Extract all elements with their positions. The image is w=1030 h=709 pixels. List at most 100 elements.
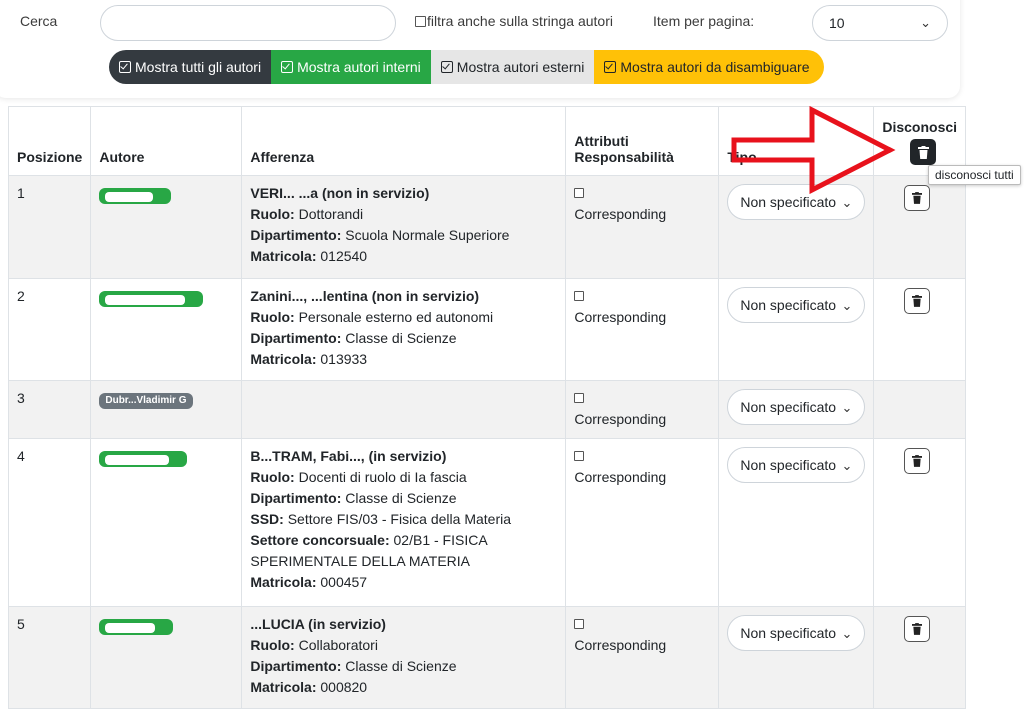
row-position: 4 xyxy=(7,438,92,607)
row-position: 5 xyxy=(7,606,92,709)
author-badge[interactable] xyxy=(99,291,204,307)
type-select[interactable]: Non specificato ⌄ xyxy=(727,184,866,220)
row-attributes: Corresponding xyxy=(565,606,720,709)
disown-button[interactable] xyxy=(904,616,931,642)
type-select[interactable]: Non specificato ⌄ xyxy=(727,615,866,651)
aff-department: Dipartimento: Classe di Scienze xyxy=(250,658,457,674)
disown-all-tooltip: disconosci tutti xyxy=(928,165,1021,185)
type-select[interactable]: Non specificato ⌄ xyxy=(727,389,866,425)
chevron-down-icon: ⌄ xyxy=(841,457,853,473)
corresponding-checkbox[interactable] xyxy=(574,451,585,461)
type-select-value: Non specificato xyxy=(740,624,837,641)
corresponding-checkbox[interactable] xyxy=(574,393,585,403)
col-attributes-label: Attributi Responsabilità xyxy=(574,133,674,165)
check-square-icon xyxy=(604,61,617,73)
author-filter-toggles: Mostra tutti gli autori Mostra autori in… xyxy=(109,50,824,84)
show-external-authors-label: Mostra autori esterni xyxy=(456,59,585,75)
type-select[interactable]: Non specificato ⌄ xyxy=(727,287,866,323)
trash-icon xyxy=(912,623,923,635)
filter-authors-string-checkbox[interactable]: filtra anche sulla stringa autori xyxy=(415,13,613,29)
trash-icon xyxy=(917,145,929,159)
row-disown xyxy=(873,380,967,439)
items-per-page-select[interactable]: 10 ⌄ xyxy=(812,5,948,41)
row-position: 3 xyxy=(7,380,92,439)
chevron-down-icon: ⌄ xyxy=(841,625,853,641)
corresponding-label: Corresponding xyxy=(574,309,667,325)
row-attributes: Corresponding xyxy=(565,438,720,607)
show-to-disambiguate-label: Mostra autori da disambiguare xyxy=(620,59,810,75)
filter-authors-string-label: filtra anche sulla stringa autori xyxy=(427,13,613,29)
show-all-authors-label: Mostra tutti gli autori xyxy=(135,59,262,75)
author-name: ...LUCIA (in servizio) xyxy=(250,616,386,632)
row-affiliation xyxy=(241,380,567,439)
disown-button[interactable] xyxy=(904,448,931,474)
row-author: Dubr...Vladimir G xyxy=(90,380,243,439)
col-affiliation: Afferenza xyxy=(241,106,567,176)
type-select-value: Non specificato xyxy=(740,296,837,313)
table-row: 2 Zanini..., ...lentina (non in servizio… xyxy=(7,278,967,381)
author-badge[interactable] xyxy=(99,451,188,467)
aff-department: Dipartimento: Classe di Scienze xyxy=(250,330,457,346)
show-internal-authors-button[interactable]: Mostra autori interni xyxy=(271,50,431,84)
show-internal-authors-label: Mostra autori interni xyxy=(297,59,421,75)
table-header-row: Posizione Autore Afferenza Attributi Res… xyxy=(7,106,967,176)
checkbox-icon xyxy=(415,15,426,27)
row-attributes: Corresponding xyxy=(565,278,720,381)
table-row: 3 Dubr...Vladimir G Corresponding Non sp… xyxy=(7,380,967,439)
aff-role: Ruolo: Docenti di ruolo di Ia fascia xyxy=(250,469,467,485)
row-disown xyxy=(873,175,967,279)
check-square-icon xyxy=(119,61,131,73)
row-author xyxy=(90,438,243,607)
row-attributes: Corresponding xyxy=(565,380,720,439)
authors-table: Posizione Autore Afferenza Attributi Res… xyxy=(7,106,967,709)
row-author xyxy=(90,175,243,279)
row-type: Non specificato ⌄ xyxy=(718,438,875,607)
trash-icon xyxy=(912,192,923,204)
type-select[interactable]: Non specificato ⌄ xyxy=(727,447,866,483)
author-badge[interactable]: Dubr...Vladimir G xyxy=(99,393,193,409)
corresponding-checkbox[interactable] xyxy=(574,619,585,629)
aff-id: Matricola: 000820 xyxy=(250,679,368,695)
aff-ssd: SSD: Settore FIS/03 - Fisica della Mater… xyxy=(250,511,512,527)
row-type: Non specificato ⌄ xyxy=(718,278,875,381)
author-badge[interactable] xyxy=(99,619,174,635)
col-position: Posizione xyxy=(7,106,92,176)
corresponding-checkbox[interactable] xyxy=(574,291,585,301)
disown-button[interactable] xyxy=(904,288,931,314)
items-per-page-value: 10 xyxy=(829,15,845,31)
author-badge[interactable] xyxy=(99,188,172,204)
search-label: Cerca xyxy=(20,13,58,29)
row-disown xyxy=(873,606,967,709)
row-affiliation: B...TRAM, Fabi..., (in servizio) Ruolo: … xyxy=(241,438,567,607)
items-per-page-label: Item per pagina: xyxy=(653,13,755,29)
corresponding-label: Corresponding xyxy=(574,637,667,653)
col-type: Tipo xyxy=(718,106,875,176)
col-author: Autore xyxy=(90,106,243,176)
author-name: B...TRAM, Fabi..., (in servizio) xyxy=(250,448,447,464)
row-type: Non specificato ⌄ xyxy=(718,175,875,279)
col-attributes: Attributi Responsabilità xyxy=(565,106,720,176)
row-position: 1 xyxy=(7,175,92,279)
disown-all-button[interactable] xyxy=(910,139,937,165)
aff-role: Ruolo: Personale esterno ed autonomi xyxy=(250,309,494,325)
trash-icon xyxy=(912,295,923,307)
row-author xyxy=(90,278,243,381)
chevron-down-icon: ⌄ xyxy=(841,297,853,313)
aff-id: Matricola: 000457 xyxy=(250,574,368,590)
row-author xyxy=(90,606,243,709)
aff-department: Dipartimento: Classe di Scienze xyxy=(250,490,457,506)
corresponding-label: Corresponding xyxy=(574,469,667,485)
show-all-authors-button[interactable]: Mostra tutti gli autori xyxy=(109,50,272,84)
search-input[interactable] xyxy=(100,5,396,41)
corresponding-checkbox[interactable] xyxy=(574,188,585,198)
show-external-authors-button[interactable]: Mostra autori esterni xyxy=(430,50,595,84)
chevron-down-icon: ⌄ xyxy=(920,15,931,30)
corresponding-label: Corresponding xyxy=(574,206,667,222)
row-affiliation: VERI... ...a (non in servizio) Ruolo: Do… xyxy=(241,175,567,279)
row-position: 2 xyxy=(7,278,92,381)
col-disown-label: Disconosci xyxy=(882,119,958,135)
show-to-disambiguate-button[interactable]: Mostra autori da disambiguare xyxy=(594,50,824,84)
row-disown xyxy=(873,438,967,607)
disown-button[interactable] xyxy=(904,185,931,211)
row-affiliation: ...LUCIA (in servizio) Ruolo: Collaborat… xyxy=(241,606,567,709)
